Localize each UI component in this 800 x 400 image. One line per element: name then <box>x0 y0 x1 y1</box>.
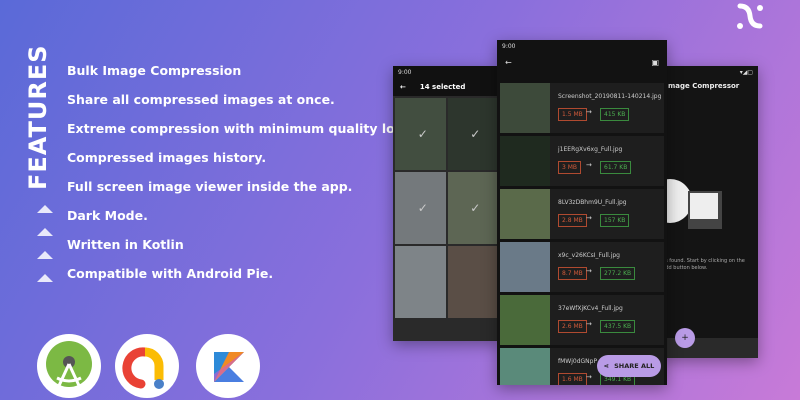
feature-item: Share all compressed images at once. <box>67 92 335 107</box>
home-screen: ▾◢▢ mage Compressor es found. Start by c… <box>660 66 758 358</box>
share-all-button[interactable]: ⋖ SHARE ALL <box>597 355 661 377</box>
empty-state-text: es found. Start by clicking on the Add b… <box>662 258 745 271</box>
compressed-size: 61.7 KB <box>600 161 632 174</box>
file-name: x9c_v26KCsI_Full.jpg <box>558 252 620 259</box>
app-title: mage Compressor <box>668 82 740 90</box>
image-thumbnail <box>500 295 550 345</box>
compressed-size: 277.2 KB <box>600 267 636 280</box>
image-thumbnail[interactable] <box>395 246 446 318</box>
feature-item: Bulk Image Compression <box>67 63 242 78</box>
history-item[interactable]: x9c_v26KCsI_Full.jpg 8.7 MB → 277.2 KB <box>500 242 664 292</box>
feature-item: Compatible with Android Pie. <box>67 266 274 281</box>
image-thumbnail[interactable]: ✓ <box>395 172 446 244</box>
image-thumbnail[interactable] <box>447 246 498 318</box>
file-name: 37eWfXjKCv4_Full.jpg <box>558 305 623 312</box>
arrow-right-icon: → <box>586 267 592 275</box>
add-image-icon[interactable]: ▣ <box>651 58 659 67</box>
selection-count: 14 selected <box>419 83 466 91</box>
original-size: 8.7 MB <box>558 267 587 280</box>
triangle-icon <box>37 228 53 236</box>
arrow-right-icon: → <box>586 161 592 169</box>
add-fab[interactable]: + <box>675 328 695 348</box>
feature-item: Full screen image viewer inside the app. <box>67 179 353 194</box>
arrow-right-icon: → <box>586 214 592 222</box>
history-item[interactable]: 8LV3zDBhm9U_Full.jpg 2.8 MB → 157 KB <box>500 189 664 239</box>
image-thumbnail[interactable]: ✓ <box>447 172 498 244</box>
empty-state-illustration <box>660 179 722 229</box>
history-item[interactable]: j1EERgXv6xg_Full.jpg 3 MB → 61.7 KB <box>500 136 664 186</box>
file-name: 8LV3zDBhm9U_Full.jpg <box>558 199 627 206</box>
original-size: 2.8 MB <box>558 214 587 227</box>
image-thumbnail <box>500 189 550 239</box>
file-name: Screenshot_20190811-140214.jpg <box>558 93 662 100</box>
image-thumbnail <box>500 136 550 186</box>
file-name: j1EERgXv6xg_Full.jpg <box>558 146 623 153</box>
original-size: 2.6 MB <box>558 320 587 333</box>
back-arrow-icon[interactable]: ← <box>505 58 512 67</box>
status-time: 9:00 <box>502 43 516 50</box>
image-thumbnail <box>500 83 550 133</box>
original-size: 1.6 MB <box>558 373 587 385</box>
features-heading: FEATURES <box>24 44 52 190</box>
android-studio-icon <box>37 334 101 398</box>
selection-screen: 9:00 ← 14 selected ✓ ✓ ✓ ✓ <box>393 66 500 341</box>
triangle-icon <box>37 251 53 259</box>
compressed-size: 415 KB <box>600 108 630 121</box>
arrow-right-icon: → <box>586 108 592 116</box>
feature-item: Compressed images history. <box>67 150 267 165</box>
feature-item: Dark Mode. <box>67 208 148 223</box>
history-item[interactable]: Screenshot_20190811-140214.jpg 1.5 MB → … <box>500 83 664 133</box>
file-name: fMWj0dGNpP <box>558 358 598 365</box>
image-thumbnail <box>500 348 550 385</box>
share-icon: ⋖ <box>603 362 610 370</box>
feature-item: Extreme compression with minimum quality… <box>67 121 415 136</box>
status-time: 9:00 <box>393 66 500 78</box>
compressed-size: 437.5 KB <box>600 320 636 333</box>
status-icons: ▾◢▢ <box>739 69 753 76</box>
arrow-right-icon: → <box>586 320 592 328</box>
back-arrow-icon[interactable]: ← <box>400 83 406 91</box>
kotlin-icon <box>196 334 260 398</box>
compressed-size: 157 KB <box>600 214 630 227</box>
google-admob-icon <box>115 334 179 398</box>
history-screen: 9:00 ← ▣ Screenshot_20190811-140214.jpg … <box>497 40 667 385</box>
brand-logo-icon <box>737 3 763 29</box>
feature-item: Written in Kotlin <box>67 237 184 252</box>
triangle-icon <box>37 205 53 213</box>
arrow-right-icon: → <box>586 373 592 381</box>
history-item[interactable]: 37eWfXjKCv4_Full.jpg 2.6 MB → 437.5 KB <box>500 295 664 345</box>
image-thumbnail <box>500 242 550 292</box>
original-size: 3 MB <box>558 161 582 174</box>
original-size: 1.5 MB <box>558 108 587 121</box>
image-thumbnail[interactable]: ✓ <box>447 98 498 170</box>
image-thumbnail[interactable]: ✓ <box>395 98 446 170</box>
triangle-icon <box>37 274 53 282</box>
